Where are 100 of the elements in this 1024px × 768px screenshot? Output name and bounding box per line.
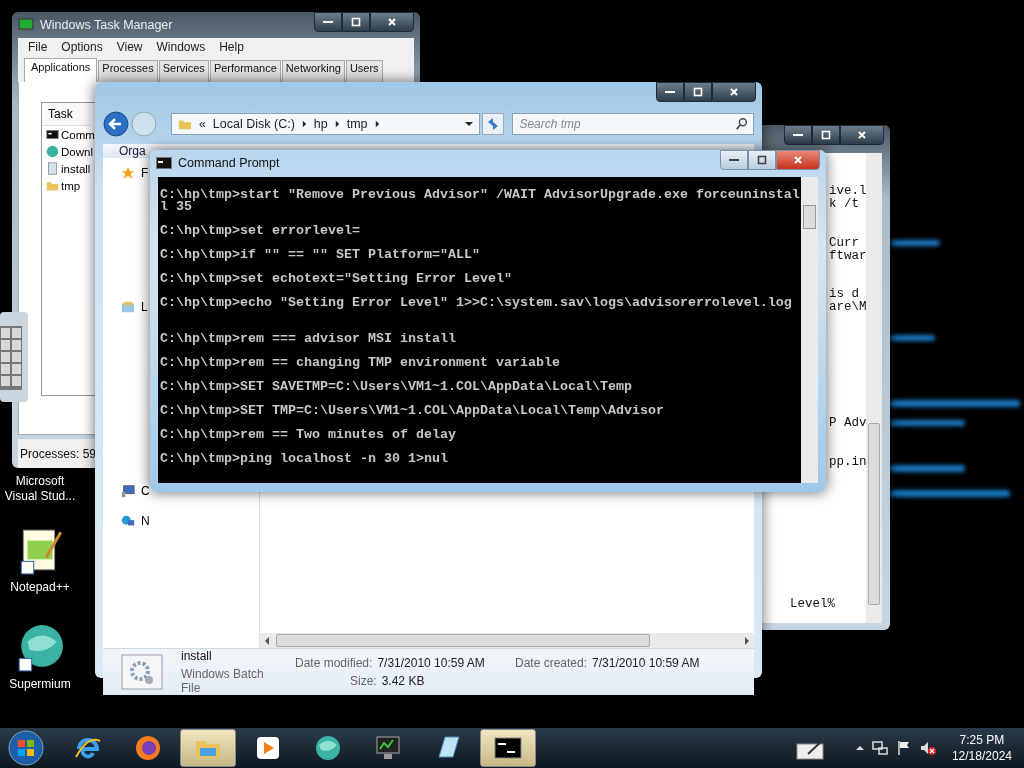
menu-item[interactable]: View: [110, 40, 149, 54]
menu-item[interactable]: Help: [213, 40, 250, 54]
fox-browser-icon: [133, 733, 163, 763]
nav-item[interactable]: L: [141, 300, 148, 314]
desktop-icon-label[interactable]: Notepad++: [2, 580, 78, 595]
clock[interactable]: 7:25 PM 12/18/2024: [951, 732, 1012, 764]
console-icon: [156, 156, 172, 170]
scroll-right-icon[interactable]: [744, 636, 750, 645]
file-icon: [46, 162, 59, 175]
scrollbar[interactable]: [260, 633, 754, 648]
process-count: Processes: 59: [20, 447, 97, 461]
minimize-icon: [793, 133, 803, 137]
pen-tablet-icon[interactable]: [795, 736, 828, 760]
tab[interactable]: Applications: [24, 58, 98, 82]
task-item[interactable]: install: [61, 162, 91, 175]
globe-icon: [46, 145, 59, 158]
detail-value: 7/31/2010 10:59 AM: [377, 656, 485, 670]
minimize-button[interactable]: [784, 125, 812, 145]
close-icon: [729, 87, 739, 97]
minimize-icon: [665, 90, 675, 94]
breadcrumb-item[interactable]: tmp: [346, 117, 368, 131]
scrollbar[interactable]: [866, 153, 882, 623]
close-button[interactable]: [370, 12, 414, 32]
file-name: install: [181, 649, 213, 663]
tab[interactable]: Networking: [281, 60, 345, 82]
clock-date: 12/18/2024: [951, 748, 1012, 764]
chevron-right-icon[interactable]: [301, 120, 307, 128]
close-button[interactable]: [840, 125, 884, 145]
breadcrumb-item[interactable]: hp: [313, 117, 328, 131]
code-line: ftwar: [829, 249, 867, 263]
minimize-button[interactable]: [656, 82, 684, 102]
speaker-muted-icon[interactable]: [919, 740, 936, 756]
organize-button[interactable]: Orga: [119, 144, 146, 158]
chevron-right-icon[interactable]: [374, 120, 380, 128]
detail-value: 3.42 KB: [381, 674, 425, 688]
network-icon[interactable]: [871, 740, 888, 756]
nav-item[interactable]: N: [141, 514, 150, 528]
detail-label: Date created:: [515, 656, 588, 670]
maximize-button[interactable]: [342, 12, 370, 32]
window-title: Command Prompt: [178, 156, 280, 170]
window-title: Windows Task Manager: [40, 18, 173, 32]
task-item[interactable]: Downl: [61, 145, 93, 158]
library-icon: [121, 300, 135, 314]
chevron-right-icon[interactable]: [334, 120, 340, 128]
code-line: is d: [829, 288, 859, 302]
taskbar-button[interactable]: [480, 729, 536, 767]
file-type: Windows Batch File: [181, 667, 265, 695]
maximize-button[interactable]: [748, 150, 776, 170]
code-line: ive.l: [829, 185, 867, 198]
code-line: k /t: [829, 197, 859, 211]
menu-item[interactable]: Windows: [150, 40, 212, 54]
maximize-icon: [757, 155, 767, 165]
menu-item[interactable]: Options: [55, 40, 109, 54]
task-item[interactable]: tmp: [61, 179, 81, 192]
search-input[interactable]: Search tmp: [517, 116, 735, 132]
back-button[interactable]: [103, 111, 129, 137]
detail-label: Size:: [350, 674, 377, 688]
monitor-icon: [18, 18, 34, 32]
code-line: P Adv: [829, 417, 867, 431]
desktop-icon-label[interactable]: Supermium: [2, 677, 78, 692]
console-output: C:\hp\tmp>start "Remove Previous Advisor" /WAIT AdvisorUpgrade.exe forceuninstall 35 C:\hp\tmp>set errorlevel= C:\hp\tmp>if "" == "" SET Platform="ALL" C:\hp\tmp>set echotext="Setting Error Level" C:\hp\tmp>echo "Setting Error Level" 1>>C:\system.sav\logs\advisorerrolevel.log C:\hp\tmp>rem === advisor MSI install C:\hp\tmp>rem == changing TMP environment variable C:\hp\tmp>SET SAVETMP=C:\Users\VM1~1.COL\AppData\Local\Temp C:\hp\tmp>SET TMP=C:\Users\VM1~1.COL\AppData\Local\Temp\Advisor C:\hp\tmp>rem == Two minutes of delay C:\hp\tmp>ping localhost -n 30 1>nul: [159, 186, 801, 468]
menu-item[interactable]: File: [22, 40, 54, 54]
clock-time: 7:25 PM: [959, 732, 1005, 748]
tab[interactable]: Services: [158, 60, 209, 82]
column-header[interactable]: Task: [42, 103, 90, 126]
search-icon[interactable]: [735, 117, 749, 131]
computer-icon: [121, 484, 135, 498]
maximize-icon: [821, 130, 831, 140]
network-icon: [121, 514, 135, 528]
minimize-button[interactable]: [314, 12, 342, 32]
maximize-button[interactable]: [684, 82, 712, 102]
start-button[interactable]: [8, 730, 44, 766]
tab[interactable]: Processes: [98, 60, 158, 82]
maximize-button[interactable]: [812, 125, 840, 145]
minimize-icon: [323, 20, 333, 24]
breadcrumb-overflow[interactable]: «: [198, 117, 206, 131]
address-bar[interactable]: « Local Disk (C:) hp tmp: [170, 113, 481, 135]
code-line: pp.in: [829, 455, 867, 469]
nav-item[interactable]: F: [141, 166, 149, 180]
maximize-icon: [693, 87, 703, 97]
brick-grid-icon[interactable]: [0, 312, 28, 402]
close-icon: [793, 155, 803, 165]
search-field[interactable]: Search tmp: [512, 113, 754, 135]
breadcrumb-item[interactable]: Local Disk (C:): [212, 117, 295, 131]
flag-icon[interactable]: [895, 740, 912, 756]
tab[interactable]: Users: [345, 60, 383, 82]
close-button[interactable]: [712, 82, 756, 102]
desktop-icon-label[interactable]: Microsoft Visual Stud...: [2, 474, 78, 504]
scroll-left-icon[interactable]: [264, 636, 270, 645]
task-item[interactable]: Comm: [61, 128, 95, 141]
gear-file-icon: [121, 654, 163, 690]
console-icon: [46, 128, 59, 141]
scrollbar[interactable]: [801, 177, 818, 483]
dropdown-caret-icon[interactable]: [465, 121, 474, 127]
refresh-button[interactable]: [482, 113, 505, 135]
show-hidden-icons-icon[interactable]: [855, 745, 864, 751]
leaf-globe-icon: [313, 733, 343, 763]
tab[interactable]: Performance: [209, 60, 281, 82]
minimize-button[interactable]: [720, 150, 748, 170]
nav-item[interactable]: C: [141, 484, 150, 498]
